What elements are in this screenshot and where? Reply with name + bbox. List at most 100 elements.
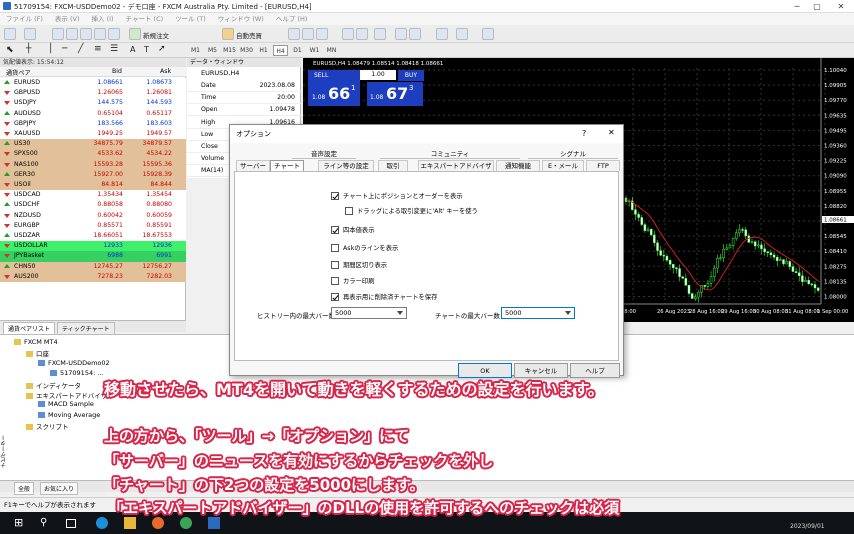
checkbox-box[interactable]: [331, 226, 339, 234]
chart-shift-icon[interactable]: [409, 28, 421, 40]
market-watch-row[interactable]: GBPJPY 183.566 183.603: [0, 118, 186, 129]
channel-icon[interactable]: ≡: [94, 44, 102, 54]
firefox-icon[interactable]: [152, 517, 164, 529]
buy-label[interactable]: BUY: [398, 70, 424, 81]
menu-item-3[interactable]: チャート (C): [120, 13, 170, 25]
chrome-icon[interactable]: [180, 517, 192, 529]
market-watch-row[interactable]: EURUSD 1.08661 1.08673: [0, 78, 186, 89]
task-view-icon[interactable]: [66, 519, 76, 528]
navigator-item[interactable]: 口座: [26, 348, 49, 358]
checkbox-box[interactable]: [331, 192, 339, 200]
market-watch-row[interactable]: AUDUSD 0.65104 0.65117: [0, 108, 186, 119]
new-chart-icon[interactable]: [4, 28, 16, 40]
timeframe-m15[interactable]: M15: [222, 45, 237, 56]
tab-0[interactable]: サーバー: [236, 160, 270, 171]
fibonacci-icon[interactable]: ☰: [110, 44, 118, 54]
terminal-icon[interactable]: [94, 28, 106, 40]
timeframe-mn[interactable]: MN: [324, 45, 339, 56]
market-watch-row[interactable]: USDCHF 0.88058 0.88080: [0, 200, 186, 211]
dialog-help-icon[interactable]: ?: [582, 129, 586, 138]
navigator-item[interactable]: スクリプト: [26, 421, 69, 431]
navigator-item[interactable]: MACD Sample: [38, 400, 94, 408]
profiles-icon[interactable]: [24, 28, 36, 40]
market-watch-row[interactable]: GBPUSD 1.26065 1.26081: [0, 88, 186, 99]
dialog-close-icon[interactable]: ✕: [608, 128, 615, 137]
minimize-button[interactable]: ─: [790, 1, 804, 12]
market-watch-row[interactable]: USDZAR 18.66051 18.67553: [0, 231, 186, 242]
market-watch-row[interactable]: NZDUSD 0.60042 0.60059: [0, 210, 186, 221]
navigator-item[interactable]: FXCM-USDDemo02: [38, 359, 110, 367]
market-watch-icon[interactable]: [52, 28, 64, 40]
tab-4[interactable]: エキスパートアドバイザ: [418, 160, 494, 171]
taskbar-clock[interactable]: 2023/09/01: [790, 523, 825, 530]
zoom-out-icon[interactable]: [356, 28, 368, 40]
arrow-icon[interactable]: ➚: [158, 44, 166, 54]
navigator-icon[interactable]: [80, 28, 92, 40]
new-order-button[interactable]: 新規注文: [143, 30, 169, 40]
timeframe-h4[interactable]: H4: [273, 45, 288, 56]
label-icon[interactable]: T: [144, 45, 149, 54]
navigator-item[interactable]: 51709154: ...: [50, 369, 104, 377]
timeframe-m30[interactable]: M30: [239, 45, 254, 56]
market-watch-row[interactable]: AUS200 7278.23 7282.03: [0, 271, 186, 282]
checkbox-box[interactable]: [331, 261, 339, 269]
history-max-bars-select[interactable]: 5000: [331, 307, 407, 319]
market-watch-row[interactable]: NAS100 15593.28 15595.36: [0, 159, 186, 170]
menu-item-1[interactable]: 表示 (V): [49, 13, 86, 25]
market-watch-row[interactable]: USDOLLAR 12933 12936: [0, 241, 186, 252]
auto-trade-icon[interactable]: [222, 28, 234, 40]
tab-5[interactable]: 通知機能: [496, 160, 540, 171]
lot-size-input[interactable]: 1.00: [360, 70, 396, 80]
col-ask[interactable]: Ask: [160, 68, 171, 75]
navigator-item[interactable]: Moving Average: [38, 411, 100, 419]
mt4-icon[interactable]: [208, 517, 220, 529]
tester-icon[interactable]: [108, 28, 120, 40]
menu-item-2[interactable]: 挿入 (I): [85, 13, 119, 25]
checkbox-box[interactable]: [345, 207, 353, 215]
vertical-line-icon[interactable]: │: [48, 44, 53, 54]
market-watch-row[interactable]: USDCAD 1.35434 1.35454: [0, 190, 186, 201]
close-window-button[interactable]: ✕: [834, 1, 848, 12]
auto-trade-button[interactable]: 自動売買: [236, 30, 262, 40]
market-watch-row[interactable]: USDJPY 144.575 144.593: [0, 98, 186, 109]
explorer-icon[interactable]: [124, 517, 136, 529]
candle-chart-icon[interactable]: [302, 28, 314, 40]
navigator-item[interactable]: インディケータ: [26, 380, 81, 390]
timeframe-w1[interactable]: W1: [307, 45, 322, 56]
crosshair-icon[interactable]: ┼: [26, 44, 31, 54]
timeframe-h1[interactable]: H1: [256, 45, 271, 56]
navigator-item[interactable]: FXCM MT4: [14, 338, 58, 346]
zoom-in-icon[interactable]: [342, 28, 354, 40]
periods-icon[interactable]: [456, 28, 468, 40]
market-watch-row[interactable]: SPX500 4533.62 4534.22: [0, 149, 186, 160]
tab-7[interactable]: FTP: [586, 160, 620, 171]
checkbox-box[interactable]: [331, 293, 339, 301]
navigator-item[interactable]: エキスパートアドバイザ: [26, 390, 107, 400]
autoscroll-icon[interactable]: [395, 28, 407, 40]
menu-item-4[interactable]: ツール (T): [169, 13, 212, 25]
chart-max-bars-select[interactable]: 5000: [501, 307, 575, 319]
menu-item-6[interactable]: ヘルプ (H): [270, 13, 314, 25]
bar-chart-icon[interactable]: [288, 28, 300, 40]
tab-favorites[interactable]: お気に入り: [40, 482, 79, 495]
col-bid[interactable]: Bid: [112, 68, 122, 75]
market-watch-row[interactable]: XAUUSD 1949.25 1949.57: [0, 129, 186, 140]
checkbox-box[interactable]: [331, 244, 339, 252]
text-icon[interactable]: A: [130, 45, 135, 54]
menu-item-5[interactable]: ウィンドウ (W): [212, 13, 270, 25]
horizontal-line-icon[interactable]: ─: [62, 44, 67, 54]
tab-1[interactable]: チャート: [270, 160, 304, 171]
maximize-button[interactable]: ▢: [810, 1, 824, 12]
cursor-icon[interactable]: ⬉: [6, 45, 14, 55]
tab-general[interactable]: 全般: [14, 482, 35, 495]
start-icon[interactable]: ⊞: [14, 517, 26, 529]
timeframe-d1[interactable]: D1: [290, 45, 305, 56]
checkbox-box[interactable]: [331, 277, 339, 285]
tab-2[interactable]: ライン等の設定: [318, 160, 374, 171]
market-watch-row[interactable]: EURGBP 0.85571 0.85591: [0, 220, 186, 231]
search-icon[interactable]: ⚲: [40, 517, 52, 529]
market-watch-row[interactable]: GER30 15927.00 15928.39: [0, 169, 186, 180]
templates-icon[interactable]: [482, 28, 494, 40]
tab-6[interactable]: E・メール: [542, 160, 584, 171]
market-watch-row[interactable]: USOil 84.814 84.844: [0, 180, 186, 191]
